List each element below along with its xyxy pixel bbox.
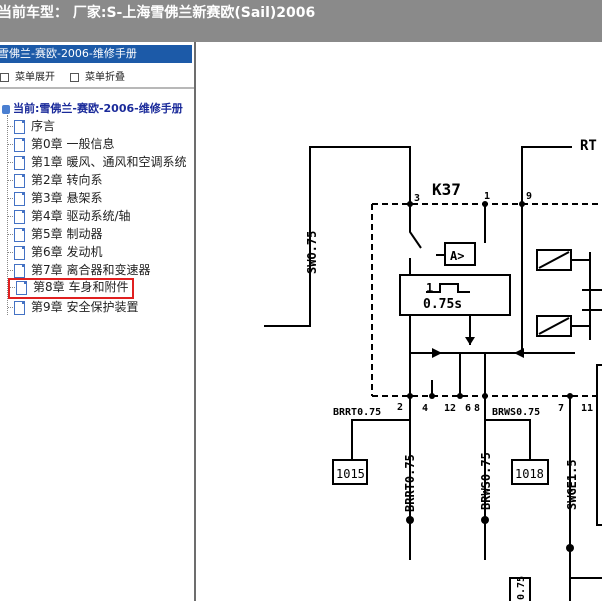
pin-11: 11	[581, 403, 593, 414]
diode-1	[432, 348, 442, 358]
junction-dot	[519, 201, 525, 207]
wire-label-brws: BRWS0.75	[492, 407, 540, 418]
tree-item-ch1[interactable]: 第1章 暖风、通风和空调系统	[8, 153, 186, 171]
tree-item-ch2[interactable]: 第2章 转向系	[8, 171, 102, 189]
document-icon	[14, 209, 25, 224]
document-icon	[14, 119, 25, 134]
label-k37: K37	[432, 180, 461, 199]
pin-6: 6	[465, 403, 471, 414]
label-amp: A>	[450, 249, 464, 263]
junction-dot	[482, 393, 488, 399]
pin-9: 9	[526, 191, 532, 202]
sidebar-toolbar: 菜单展开 菜单折叠	[0, 66, 194, 84]
document-icon	[14, 137, 25, 152]
tree-item-ch4[interactable]: 第4章 驱动系统/轴	[8, 207, 131, 225]
splice-dot	[406, 516, 414, 524]
expand-icon	[0, 72, 9, 82]
wiring-diagram: RT K37 A> 1 0.75s 3 1 9 2 4 12 8 6 7 11 …	[264, 138, 602, 601]
tree-item-label: 第1章 暖风、通风和空调系统	[31, 155, 187, 169]
connector-1018: 1018	[515, 467, 544, 481]
wire-label-brws-vertical: BRWS0.75	[479, 452, 493, 510]
tree-item-ch6[interactable]: 第6章 发动机	[8, 243, 102, 261]
tree-item-label: 第4章 驱动系统/轴	[31, 209, 131, 223]
tree-item-label: 第7章 离合器和变速器	[31, 263, 151, 277]
document-icon	[14, 155, 25, 170]
junction-dot	[407, 201, 413, 207]
tree-item-label: 第2章 转向系	[31, 173, 103, 187]
wire-label-swo: SWO.75	[305, 231, 319, 274]
coil-2-mark	[538, 317, 570, 335]
pin-2: 2	[397, 402, 403, 413]
label-timer: 0.75s	[423, 297, 462, 312]
sidebar-header: 雪佛兰-赛欧-2006-维修手册	[0, 45, 192, 63]
document-icon	[16, 280, 27, 295]
relay-contacts	[571, 252, 591, 340]
sidebar-title: 雪佛兰-赛欧-2006-维修手册	[0, 47, 137, 60]
pin-1: 1	[484, 191, 490, 202]
tree-item-ch7[interactable]: 第7章 离合器和变速器	[8, 261, 150, 279]
wire-label-bottom: 0.75	[516, 576, 527, 600]
tree-item-label: 第8章 车身和附件	[33, 280, 129, 294]
diode-3	[514, 348, 524, 358]
connector-1015: 1015	[336, 467, 365, 481]
tree-item-ch3[interactable]: 第3章 悬架系	[8, 189, 102, 207]
tree-item-preface[interactable]: 序言	[8, 117, 55, 135]
junction-dot	[429, 393, 435, 399]
tree-item-label: 第6章 发动机	[31, 245, 103, 259]
splice-dot	[566, 544, 574, 552]
tree-item-label: 第3章 悬架系	[31, 191, 103, 205]
splice-dot	[481, 516, 489, 524]
relay-output	[582, 289, 602, 311]
pin-4: 4	[422, 403, 428, 414]
collapse-menu-button[interactable]: 菜单折叠	[70, 68, 125, 83]
sidebar: 雪佛兰-赛欧-2006-维修手册 菜单展开 菜单折叠 当前:雪佛兰-赛欧-200…	[0, 42, 196, 601]
relay-housing	[371, 203, 602, 397]
adjacent-component	[596, 364, 602, 526]
tree-item-label: 序言	[31, 119, 56, 133]
diode-bus	[409, 315, 575, 354]
wire-label-swge: SWGE1.5	[565, 459, 579, 510]
document-icon	[14, 191, 25, 206]
wire-brrt-branch	[351, 419, 410, 460]
label-timer-index: 1	[426, 281, 433, 295]
document-icon	[14, 173, 25, 188]
tree-item-ch5[interactable]: 第5章 制动器	[8, 225, 102, 243]
title-bar: 当前车型： 厂家:S-上海雪佛兰新赛欧(Sail)2006	[0, 0, 602, 42]
label-rt: RT	[580, 138, 597, 154]
divider	[0, 87, 194, 89]
collapse-label: 菜单折叠	[85, 72, 125, 83]
tree-item-ch9[interactable]: 第9章 安全保护装置	[8, 298, 138, 316]
pin-3: 3	[414, 193, 420, 204]
document-icon	[14, 227, 25, 242]
document-icon	[14, 263, 25, 278]
tree-root-label: 当前:雪佛兰-赛欧-2006-维修手册	[13, 102, 183, 115]
tree-item-ch0[interactable]: 第0章 一般信息	[8, 135, 114, 153]
pin-8: 8	[474, 403, 480, 414]
document-icon	[14, 300, 25, 315]
diode-2	[465, 337, 475, 345]
junction-dot	[567, 393, 573, 399]
wire-label-brrt-vertical: BRRT0.75	[403, 454, 417, 512]
tree-item-label: 第5章 制动器	[31, 227, 103, 241]
wire-label-brrt: BRRT0.75	[333, 407, 381, 418]
window-title: 当前车型： 厂家:S-上海雪佛兰新赛欧(Sail)2006	[0, 5, 316, 21]
pin-12: 12	[444, 403, 456, 414]
tree-item-label: 第0章 一般信息	[31, 137, 115, 151]
book-icon	[2, 104, 10, 114]
wire-swo	[264, 146, 411, 327]
document-icon	[14, 245, 25, 260]
expand-menu-button[interactable]: 菜单展开	[0, 68, 55, 83]
internal-switch	[409, 204, 422, 249]
junction-dot	[407, 393, 413, 399]
junction-dot	[457, 393, 463, 399]
expand-label: 菜单展开	[15, 72, 55, 83]
diagram-view: RT K37 A> 1 0.75s 3 1 9 2 4 12 8 6 7 11 …	[196, 42, 602, 601]
collapse-icon	[70, 72, 79, 82]
coil-1-mark	[538, 251, 570, 269]
pin-7: 7	[558, 403, 564, 414]
tree-root[interactable]: 当前:雪佛兰-赛欧-2006-维修手册	[2, 100, 183, 116]
tree-item-label: 第9章 安全保护装置	[31, 300, 139, 314]
tree-item-ch8[interactable]: 第8章 车身和附件	[8, 278, 135, 299]
